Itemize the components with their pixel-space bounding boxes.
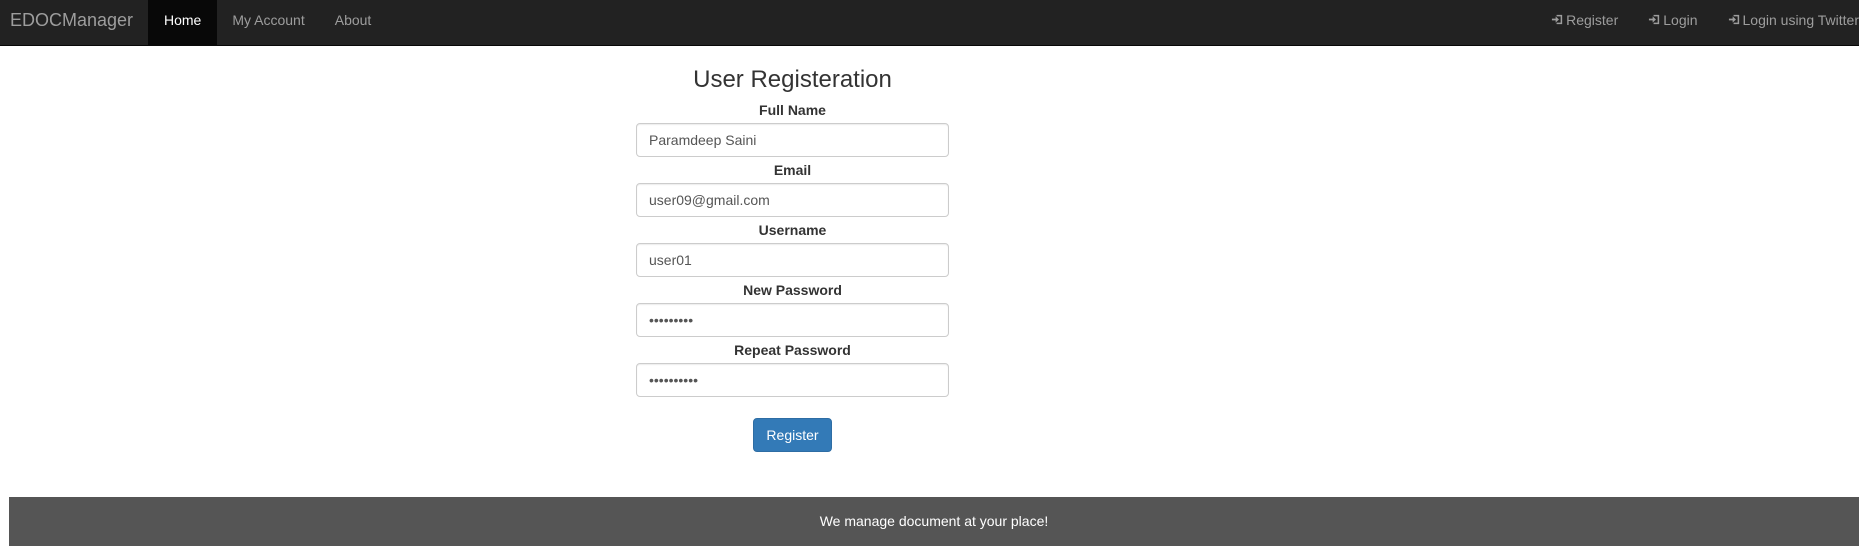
full-name-label: Full Name	[759, 102, 826, 118]
nav-item-my-account[interactable]: My Account	[217, 0, 319, 46]
footer: We manage document at your place!	[9, 497, 1859, 546]
email-label: Email	[773, 162, 812, 178]
auth-nav: Register Login Login using Twitter	[1536, 0, 1859, 46]
log-in-icon	[1648, 13, 1662, 27]
footer-text: We manage document at your place!	[819, 513, 1049, 529]
page-title: User Registeration	[693, 66, 892, 93]
nav-login-twitter-label: Login using Twitter	[1742, 12, 1859, 28]
new-password-input[interactable]	[636, 303, 949, 337]
register-button[interactable]: Register	[753, 418, 832, 452]
nav-item-home[interactable]: Home	[148, 0, 218, 46]
nav-item-login[interactable]: Login	[1633, 0, 1712, 46]
username-label: Username	[758, 222, 827, 238]
repeat-password-label: Repeat Password	[734, 342, 851, 358]
nav-item-register[interactable]: Register	[1536, 0, 1633, 46]
nav-register-label: Register	[1566, 12, 1619, 28]
main-nav: Home My Account About	[148, 0, 386, 46]
new-password-label: New Password	[743, 282, 842, 298]
log-in-icon	[1728, 13, 1742, 27]
nav-item-about[interactable]: About	[320, 0, 387, 46]
nav-login-label: Login	[1663, 12, 1698, 28]
repeat-password-input[interactable]	[636, 363, 949, 397]
registration-form: User Registeration Full Name Email Usern…	[636, 46, 949, 452]
log-in-icon	[1551, 13, 1565, 27]
top-navbar: EDOCManager Home My Account About Regist…	[0, 0, 1859, 46]
email-input[interactable]	[636, 183, 949, 217]
username-input[interactable]	[636, 243, 949, 277]
full-name-input[interactable]	[636, 123, 949, 157]
nav-item-login-twitter[interactable]: Login using Twitter	[1713, 0, 1859, 46]
brand-link[interactable]: EDOCManager	[10, 0, 133, 46]
